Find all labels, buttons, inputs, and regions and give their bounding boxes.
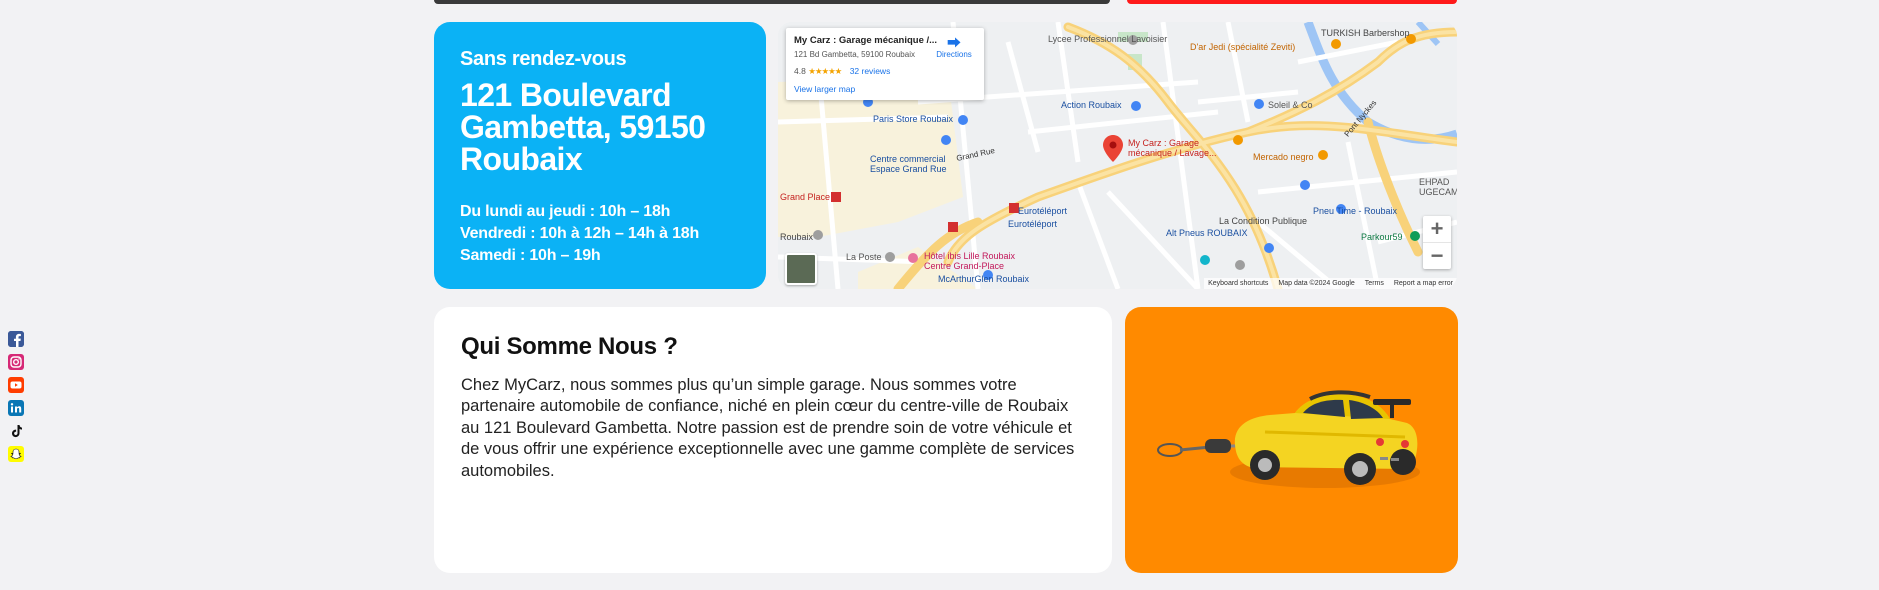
social-links: [8, 331, 24, 462]
map-label-paris-store: Paris Store Roubaix: [873, 114, 954, 124]
map-label-jedi: D'ar Jedi (spécialité Zeviti): [1190, 42, 1296, 52]
top-red-card-remnant: [1127, 0, 1457, 4]
keyboard-shortcuts-link[interactable]: Keyboard shortcuts: [1208, 280, 1268, 287]
directions-icon: ⮕: [947, 35, 961, 51]
report-error-link[interactable]: Report a map error: [1394, 280, 1453, 287]
map-data-text: Map data ©2024 Google: [1278, 280, 1355, 287]
about-text: Chez MyCarz, nous sommes plus qu’un simp…: [461, 376, 1075, 480]
map-label-pneu: Pneu Time - Roubaix: [1313, 206, 1398, 216]
reviews-link[interactable]: 32 reviews: [850, 66, 891, 76]
map-label-turkish: TURKISH Barbershop: [1321, 28, 1410, 38]
directions-label: Directions: [936, 50, 972, 59]
terms-link[interactable]: Terms: [1365, 280, 1384, 287]
map-label-parkour: Parkour59: [1361, 232, 1403, 242]
map-label-ehpad: EHPAD UGECAM: [1419, 177, 1457, 197]
opening-hours: Du lundi au jeudi : 10h – 18h Vendredi :…: [460, 201, 740, 267]
map-label-action: Action Roubaix: [1061, 100, 1122, 110]
satellite-toggle[interactable]: [785, 253, 817, 285]
car-illustration-card: [1125, 307, 1458, 573]
about-title: Qui Somme Nous ?: [461, 333, 678, 360]
google-map-embed[interactable]: Lycee Professionnel Lavoisier D'ar Jedi …: [778, 22, 1457, 289]
map-label-roubaix: Roubaix: [780, 232, 814, 242]
zoom-out-button[interactable]: −: [1423, 242, 1451, 269]
map-label-condition: La Condition Publique: [1219, 216, 1308, 226]
linkedin-icon[interactable]: [8, 400, 24, 416]
map-label-la-poste: La Poste: [846, 252, 882, 262]
map-label-euroteleport: Eurotéléport: [1018, 206, 1068, 216]
tiktok-icon[interactable]: [8, 423, 24, 439]
facebook-icon[interactable]: [8, 331, 24, 347]
map-label-mycarz: My Carz : Garage mécanique / Lavage...: [1128, 138, 1217, 158]
map-attribution: Keyboard shortcuts Map data ©2024 Google…: [1204, 278, 1457, 289]
map-place-card: My Carz : Garage mécanique /... 121 Bd G…: [786, 28, 984, 100]
map-label-alt-pneus: Alt Pneus ROUBAIX: [1166, 228, 1248, 238]
address-heading: 121 Boulevard Gambetta, 59150 Roubaix: [460, 77, 706, 177]
hours-friday: Vendredi : 10h à 12h – 14h à 18h: [460, 225, 700, 242]
hours-mon-thu: Du lundi au jeudi : 10h – 18h: [460, 203, 671, 220]
walk-in-label: Sans rendez-vous: [460, 48, 627, 70]
zoom-controls: + −: [1423, 216, 1451, 269]
map-label-lycee: Lycee Professionnel Lavoisier: [1048, 34, 1168, 44]
map-label-centre: Centre commercial Espace Grand Rue: [870, 154, 947, 174]
place-rating-row: 4.8 ★★★★★ 32 reviews: [794, 66, 976, 77]
directions-button[interactable]: ⮕ Directions: [934, 36, 974, 59]
hours-saturday: Samedi : 10h – 19h: [460, 247, 601, 264]
about-section: Qui Somme Nous ? Chez MyCarz, nous somme…: [434, 307, 1112, 573]
snapchat-icon[interactable]: [8, 446, 24, 462]
zoom-in-button[interactable]: +: [1423, 216, 1451, 242]
youtube-icon[interactable]: [8, 377, 24, 393]
map-label-euroteleport-2: Eurotéléport: [1008, 219, 1058, 229]
map-label-soleil: Soleil & Co: [1268, 100, 1313, 110]
map-label-ibis: Hôtel ibis Lille Roubaix Centre Grand-Pl…: [924, 251, 1016, 271]
map-label-mcarthur: McArthurGlen Roubaix: [938, 274, 1030, 284]
instagram-icon[interactable]: [8, 354, 24, 370]
map-label-mercado: Mercado negro: [1253, 152, 1314, 162]
view-larger-map-link[interactable]: View larger map: [794, 84, 976, 94]
location-info-card: Sans rendez-vous 121 Boulevard Gambetta,…: [434, 22, 766, 289]
top-card-remnant: [434, 0, 1110, 4]
yellow-car-with-key-icon: [1157, 390, 1420, 488]
place-rating: 4.8: [794, 66, 806, 76]
star-icon: ★★★★★: [808, 66, 842, 76]
map-label-grand-place: Grand Place: [780, 192, 831, 202]
